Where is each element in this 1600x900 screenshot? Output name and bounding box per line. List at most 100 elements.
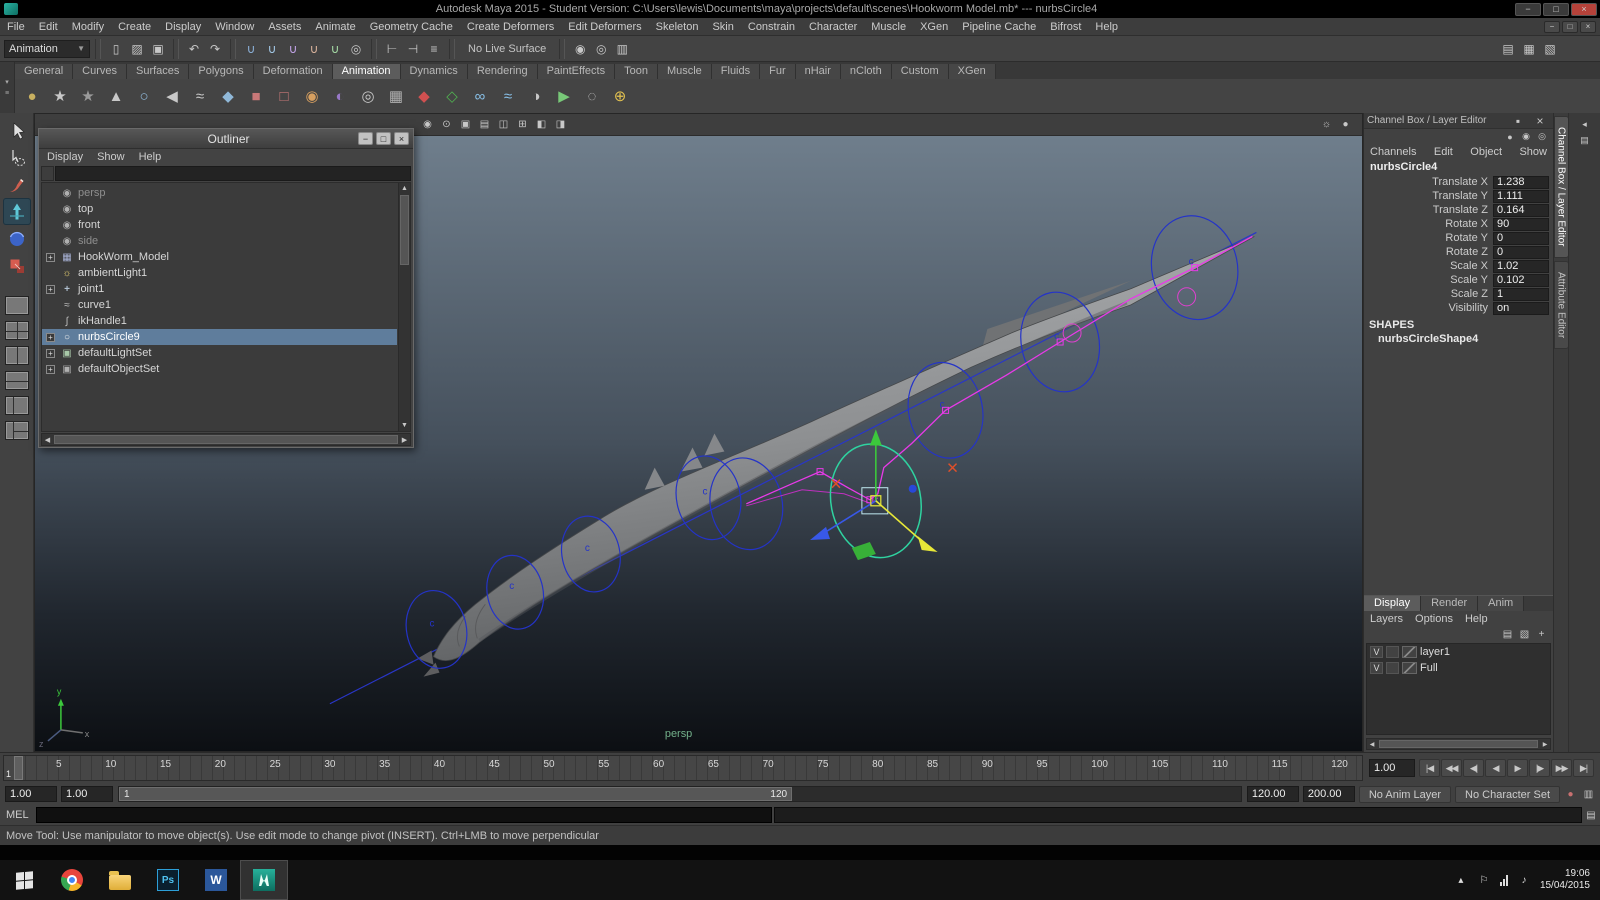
animation-end-field[interactable]: 200.00 (1302, 786, 1355, 802)
outliner-menu-item[interactable]: Display (47, 151, 83, 163)
move-tool[interactable] (2, 198, 31, 225)
lighting-icon[interactable]: ☼ (1318, 116, 1335, 133)
shading-icon[interactable]: ● (1337, 116, 1354, 133)
render-settings-icon[interactable]: ▥ (612, 39, 632, 59)
volume-icon[interactable]: ♪ (1517, 873, 1531, 887)
snap-grid-icon[interactable]: ∪ (241, 39, 261, 59)
shelf-tab[interactable]: Rendering (467, 64, 538, 79)
expand-icon[interactable]: + (46, 364, 55, 374)
maximize-button[interactable]: □ (1543, 2, 1569, 16)
show-layer-editor-icon[interactable]: ▦ (1519, 39, 1539, 59)
layer-editor-tab[interactable]: Render (1421, 596, 1479, 611)
close-icon[interactable]: × (1530, 111, 1550, 131)
layer-color-swatch[interactable] (1402, 646, 1417, 658)
dock-expand-icon[interactable]: ◂ (1578, 117, 1592, 131)
shelf-tab[interactable]: Fluids (711, 64, 761, 79)
menu-item[interactable]: Bifrost (1043, 20, 1088, 34)
shelf-tab[interactable]: nCloth (840, 64, 892, 79)
ik-handle-icon[interactable]: ◀ (159, 83, 185, 109)
show-attribute-editor-icon[interactable]: ▧ (1540, 39, 1560, 59)
outliner-search-input[interactable] (55, 166, 411, 181)
snap-point-icon[interactable]: ∪ (283, 39, 303, 59)
scrollbar-thumb[interactable] (54, 435, 398, 444)
channel-value-field[interactable]: 0.102 (1493, 273, 1549, 287)
channel-value-field[interactable]: 0.164 (1493, 203, 1549, 217)
character-set-button[interactable]: No Character Set (1455, 785, 1560, 803)
construction-history-icon[interactable]: ≡ (424, 39, 444, 59)
walk-tool-icon[interactable]: ★ (47, 83, 73, 109)
shelf-tab[interactable]: Toon (615, 64, 658, 79)
ipr-render-icon[interactable]: ◎ (591, 39, 611, 59)
skeleton-chain-icon[interactable]: ◆ (215, 83, 241, 109)
snap-view-icon[interactable]: ∪ (325, 39, 345, 59)
paint-weights-icon[interactable]: ◉ (299, 83, 325, 109)
menu-item[interactable]: Edit Deformers (561, 20, 648, 34)
playback-start-field[interactable]: 1.00 (61, 786, 113, 802)
layout-three-pane-button[interactable] (4, 421, 29, 440)
image-plane-icon[interactable]: ◫ (495, 116, 512, 133)
menu-item[interactable]: Edit (32, 20, 65, 34)
channel-value-field[interactable]: 0 (1493, 231, 1549, 245)
layout-outliner-persp-button[interactable] (4, 396, 29, 415)
expand-icon[interactable]: + (46, 332, 55, 342)
maya-taskbar-icon[interactable] (240, 860, 288, 900)
ik-spline-icon[interactable]: ≈ (187, 83, 213, 109)
select-character-icon[interactable]: ● (19, 83, 45, 109)
menu-item[interactable]: Muscle (864, 20, 913, 34)
turntable-icon[interactable]: ◑ (523, 83, 549, 109)
outliner-horizontal-scrollbar[interactable]: ◀ ▶ (41, 433, 411, 446)
redo-icon[interactable]: ↷ (205, 39, 225, 59)
shelf-menu-icon[interactable]: ≡ (1, 89, 13, 99)
new-layer-from-selected-icon[interactable]: + (1534, 627, 1549, 641)
channel-box-menu-item[interactable]: Edit (1434, 146, 1453, 158)
layer-editor-menu-item[interactable]: Help (1465, 613, 1488, 625)
layer-playback-toggle[interactable] (1386, 646, 1399, 658)
set-key-icon[interactable]: ◆ (411, 83, 437, 109)
layer-editor-tab[interactable]: Display (1364, 596, 1422, 611)
save-scene-icon[interactable]: ▣ (148, 39, 168, 59)
outliner-row-ambientlight[interactable]: ☼ ambientLight1 (42, 265, 397, 281)
filter-icon[interactable] (41, 166, 54, 181)
layer-editor-menu-item[interactable]: Layers (1370, 613, 1403, 625)
go-to-end-button[interactable]: ▶| (1573, 759, 1594, 777)
outliner-menu-item[interactable]: Show (97, 151, 125, 163)
manip-default-icon[interactable]: ● (1503, 130, 1517, 143)
shelf-tab[interactable]: Polygons (189, 64, 254, 79)
layer-editor-menu-item[interactable]: Options (1415, 613, 1453, 625)
word-icon[interactable]: W (192, 860, 240, 900)
menu-item[interactable]: Constrain (741, 20, 802, 34)
channel-box-menu-item[interactable]: Channels (1370, 146, 1416, 158)
channel-value-field[interactable]: 1.238 (1493, 175, 1549, 189)
command-input-field[interactable] (36, 807, 772, 823)
outliner-row-front[interactable]: ◉ front (42, 217, 397, 233)
view-grid-icon[interactable]: ⊞ (514, 116, 531, 133)
menu-item[interactable]: Window (208, 20, 261, 34)
scroll-down-icon[interactable]: ▼ (399, 420, 410, 431)
input-connections-icon[interactable]: ⊢ (382, 39, 402, 59)
render-current-frame-icon[interactable]: ◉ (570, 39, 590, 59)
layout-single-pane-button[interactable] (4, 296, 29, 315)
select-tool[interactable] (3, 117, 31, 144)
step-forward-key-button[interactable]: |▶ (1529, 759, 1550, 777)
channel-value-field[interactable]: 1.02 (1493, 259, 1549, 273)
maximize-button[interactable]: □ (376, 132, 391, 145)
select-layer-objects-icon[interactable]: ▤ (1500, 627, 1515, 641)
ghost-icon[interactable]: ◌ (579, 83, 605, 109)
play-forwards-button[interactable]: ▶ (1507, 759, 1528, 777)
playback-end-field[interactable]: 120.00 (1246, 786, 1299, 802)
taskbar-clock[interactable]: 19:06 15/04/2015 (1540, 868, 1590, 893)
motion-path-icon[interactable]: ∞ (467, 83, 493, 109)
shelf-tab[interactable]: Dynamics (400, 64, 468, 79)
current-time-field[interactable]: 1.00 (1369, 759, 1415, 777)
expand-icon[interactable]: + (46, 284, 55, 294)
layer-color-swatch[interactable] (1402, 662, 1417, 674)
shelf-tab[interactable]: Deformation (253, 64, 333, 79)
outliner-row-defaultlightset[interactable]: + ▣ defaultLightSet (42, 345, 397, 361)
set-breakdown-icon[interactable]: ◇ (439, 83, 465, 109)
auto-keyframe-icon[interactable]: ● (1562, 786, 1579, 802)
snap-plane-icon[interactable]: ∪ (304, 39, 324, 59)
outliner-row-nurbscircle9[interactable]: + ○ nurbsCircle9 (42, 329, 397, 345)
shelf-tab[interactable]: Surfaces (126, 64, 190, 79)
outliner-menu-item[interactable]: Help (139, 151, 162, 163)
photoshop-icon[interactable]: Ps (144, 860, 192, 900)
